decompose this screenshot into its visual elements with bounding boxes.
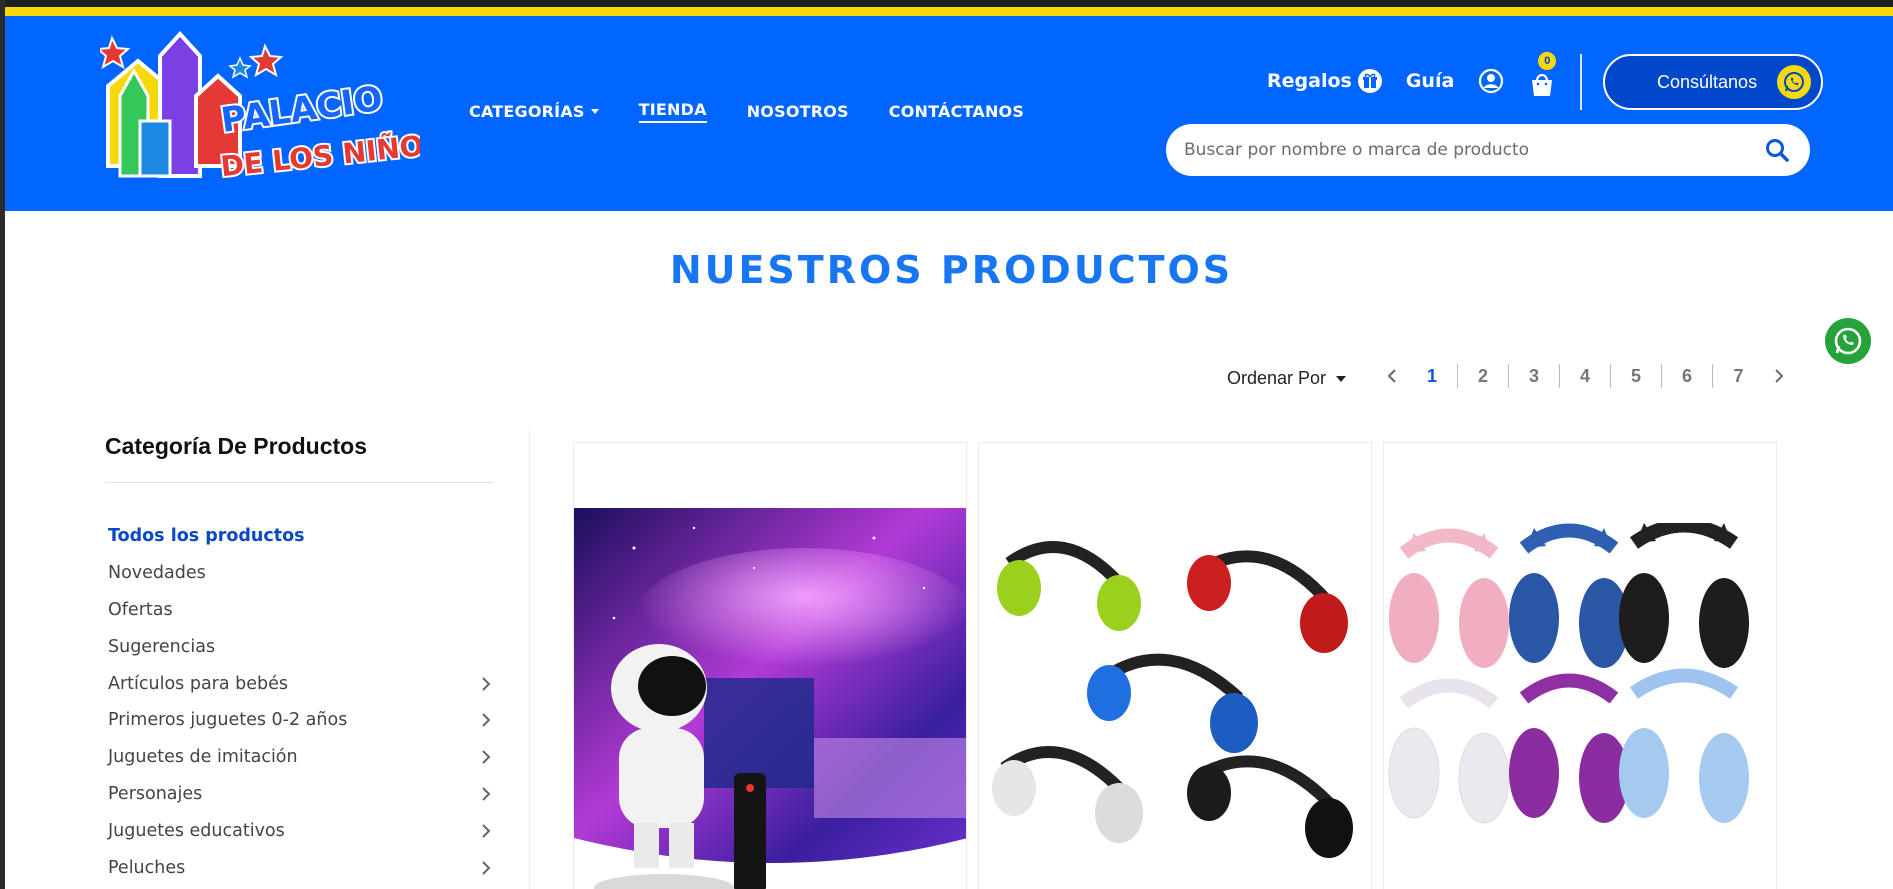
- category-sidebar: Categoría De Productos Todos los product…: [105, 433, 495, 886]
- consult-label: Consúltanos: [1657, 71, 1758, 92]
- gifts-link-label: Regalos: [1267, 70, 1352, 92]
- category-item-bebes[interactable]: Artículos para bebés: [105, 665, 495, 702]
- page-3[interactable]: 3: [1509, 364, 1560, 388]
- search-input[interactable]: [1184, 140, 1744, 160]
- caret-down-icon: [1336, 375, 1347, 382]
- page-2[interactable]: 2: [1458, 364, 1509, 388]
- product-card[interactable]: [573, 442, 967, 889]
- caret-down-icon: [590, 109, 599, 114]
- guide-link[interactable]: Guía: [1406, 70, 1454, 92]
- product-card[interactable]: [978, 442, 1372, 889]
- page-7[interactable]: 7: [1713, 364, 1764, 388]
- page-5[interactable]: 5: [1611, 364, 1662, 388]
- category-item-ofertas[interactable]: Ofertas: [105, 592, 495, 629]
- search-bar: [1166, 124, 1810, 176]
- category-item-todos[interactable]: Todos los productos: [105, 518, 495, 555]
- category-label: Artículos para bebés: [108, 673, 289, 694]
- palacio-de-los-ninos-logo[interactable]: PALACIO DE LOS NIÑOS: [100, 26, 420, 196]
- product-grid: [573, 442, 1777, 889]
- page-1[interactable]: 1: [1407, 364, 1458, 388]
- top-accent-stripe: [5, 7, 1893, 16]
- page-title: NUESTROS PRODUCTOS: [669, 248, 1234, 292]
- category-item-sugerencias[interactable]: Sugerencias: [105, 628, 495, 665]
- chevron-right-icon[interactable]: [481, 713, 491, 728]
- category-label: Personajes: [108, 783, 203, 804]
- category-list: Todos los productos Novedades Ofertas Su…: [105, 518, 495, 886]
- nav-nosotros[interactable]: NOSOTROS: [747, 100, 849, 123]
- sidebar-separator: [529, 430, 530, 889]
- category-label: Todos los productos: [108, 526, 305, 547]
- cart-button[interactable]: 0: [1528, 52, 1558, 96]
- user-account-icon[interactable]: [1478, 68, 1504, 94]
- prev-page-chevron-icon[interactable]: [1377, 369, 1407, 383]
- nav-contactanos[interactable]: CONTÁCTANOS: [889, 100, 1024, 123]
- nav-categorias-label: CATEGORÍAS: [469, 102, 585, 121]
- next-page-chevron-icon[interactable]: [1764, 369, 1794, 383]
- whatsapp-icon: [1834, 327, 1862, 355]
- consult-whatsapp-button[interactable]: Consúltanos: [1603, 54, 1823, 110]
- chevron-right-icon[interactable]: [481, 787, 491, 801]
- header-utility-links: Regalos Guía 0: [1267, 52, 1558, 96]
- category-label: Juguetes educativos: [108, 820, 285, 841]
- shopping-bag-icon: [1532, 73, 1553, 96]
- product-image-astronaut-projector[interactable]: [574, 508, 967, 889]
- pagination: 1 2 3 4 5 6 7: [1377, 362, 1794, 390]
- page-6[interactable]: 6: [1662, 364, 1713, 388]
- category-label: Peluches: [108, 857, 186, 878]
- site-header: PALACIO DE LOS NIÑOS CATEGORÍAS TIENDA N…: [5, 16, 1893, 211]
- category-label: Sugerencias: [108, 636, 216, 657]
- category-item-primeros-juguetes[interactable]: Primeros juguetes 0-2 años: [105, 702, 495, 739]
- category-label: Primeros juguetes 0-2 años: [108, 710, 348, 731]
- nav-categorias[interactable]: CATEGORÍAS: [469, 100, 599, 123]
- sort-dropdown[interactable]: Ordenar Por: [1227, 368, 1347, 389]
- page-4[interactable]: 4: [1560, 364, 1611, 388]
- category-item-peluches[interactable]: Peluches: [105, 849, 495, 886]
- search-icon[interactable]: [1764, 137, 1790, 163]
- sort-label: Ordenar Por: [1227, 368, 1327, 388]
- chevron-right-icon[interactable]: [481, 824, 491, 838]
- chevron-right-icon[interactable]: [481, 860, 491, 875]
- header-divider: [1580, 54, 1582, 110]
- main-navigation: CATEGORÍAS TIENDA NOSOTROS CONTÁCTANOS: [469, 100, 1024, 123]
- category-item-novedades[interactable]: Novedades: [105, 555, 495, 592]
- chevron-right-icon[interactable]: [481, 750, 491, 764]
- cart-count-badge: 0: [1538, 52, 1557, 70]
- whatsapp-icon: [1777, 65, 1811, 99]
- category-label: Juguetes de imitación: [108, 747, 298, 768]
- logo-text-palacio: PALACIO: [219, 79, 386, 141]
- nav-tienda[interactable]: TIENDA: [638, 100, 707, 123]
- sidebar-divider: [105, 482, 493, 483]
- chevron-right-icon[interactable]: [481, 676, 491, 691]
- category-label: Ofertas: [108, 599, 173, 620]
- gifts-link[interactable]: Regalos: [1267, 69, 1382, 93]
- product-image-cat-ear-headphones[interactable]: [1384, 523, 1777, 889]
- product-image-wireless-headphones[interactable]: [979, 523, 1372, 889]
- category-item-educativos[interactable]: Juguetes educativos: [105, 812, 495, 849]
- floating-whatsapp-button[interactable]: [1825, 318, 1871, 364]
- category-item-imitacion[interactable]: Juguetes de imitación: [105, 739, 495, 776]
- sidebar-title: Categoría De Productos: [105, 433, 367, 459]
- category-item-personajes[interactable]: Personajes: [105, 776, 495, 813]
- browser-viewport: PALACIO DE LOS NIÑOS CATEGORÍAS TIENDA N…: [0, 0, 1893, 889]
- product-card[interactable]: [1383, 442, 1777, 889]
- category-label: Novedades: [108, 563, 206, 584]
- gift-icon: [1357, 69, 1382, 93]
